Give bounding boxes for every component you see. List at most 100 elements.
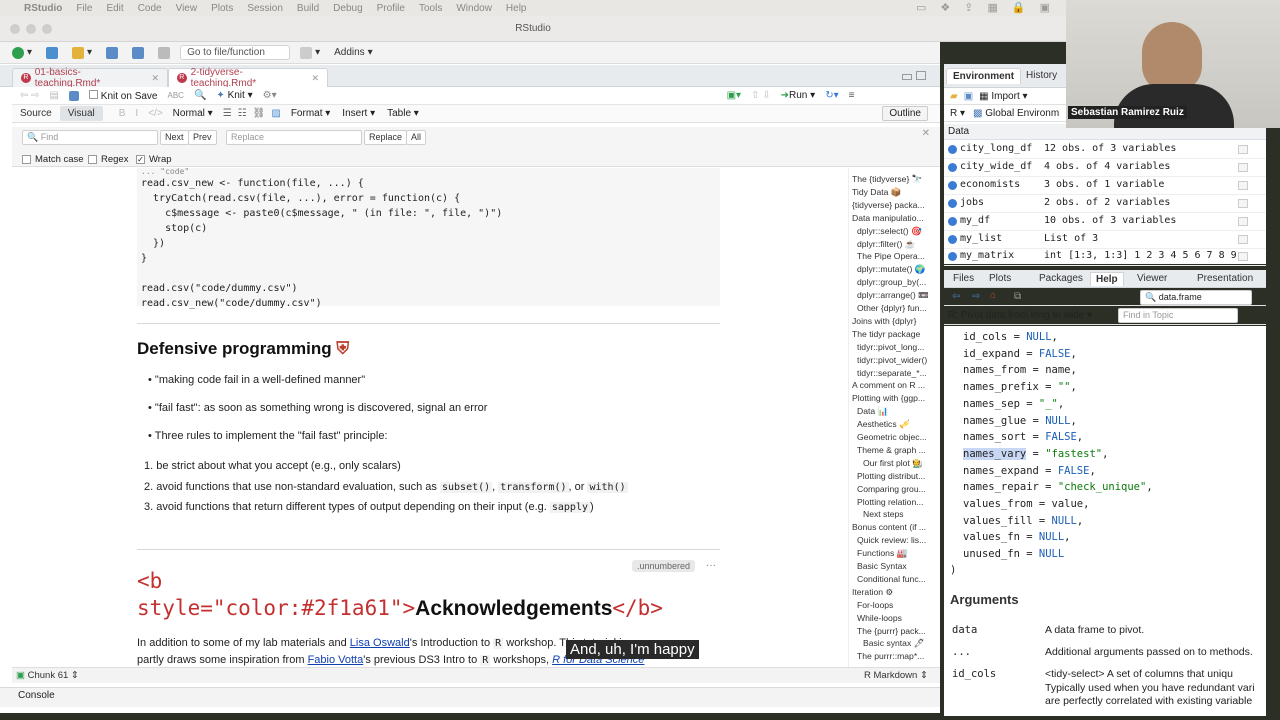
tab-packages[interactable]: Packages xyxy=(1034,272,1088,285)
grid-view-icon[interactable] xyxy=(1238,180,1248,190)
menu-app-name[interactable]: RStudio xyxy=(24,3,62,14)
expand-icon[interactable] xyxy=(948,252,957,262)
close-window-button[interactable] xyxy=(10,24,20,34)
link-fabio-votta[interactable]: Fabio Votta xyxy=(308,654,364,666)
outline-item[interactable]: The purrr::map*... xyxy=(857,651,938,661)
expand-icon[interactable] xyxy=(948,198,957,208)
tab-presentation[interactable]: Presentation xyxy=(1192,272,1258,285)
import-dataset-button[interactable]: ▦ Import ▾ xyxy=(979,91,1027,102)
outline-item[interactable]: dplyr::mutate() 🌍 xyxy=(857,264,938,275)
outline-item[interactable]: Functions 🏭 xyxy=(857,548,938,559)
minimize-window-button[interactable] xyxy=(26,24,36,34)
env-row[interactable]: my_matrix int [1:3, 1:3] 1 2 3 4 5 6 7 8 … xyxy=(944,248,1266,267)
env-row[interactable]: jobs 2 obs. of 2 variables xyxy=(944,195,1266,213)
source-mode-button[interactable]: Source xyxy=(12,106,60,121)
outline-item[interactable]: Plotting relation... xyxy=(857,497,938,507)
replace-all-button[interactable]: All xyxy=(406,130,427,145)
upload-icon[interactable]: ⇪ xyxy=(964,1,973,14)
grid-view-icon[interactable] xyxy=(1238,198,1248,208)
menu-session[interactable]: Session xyxy=(247,3,283,14)
grid-layout-button[interactable]: ▾ xyxy=(296,46,324,59)
find-in-topic-input[interactable]: Find in Topic xyxy=(1118,308,1238,323)
outline-item[interactable]: Our first plot 🧑‍🌾 xyxy=(863,458,938,469)
knit-button[interactable]: ✦ Knit ▾ xyxy=(216,90,252,101)
italic-icon[interactable]: I xyxy=(135,108,138,119)
new-file-button[interactable]: ▾ xyxy=(8,46,36,59)
env-row[interactable]: city_long_df 12 obs. of 3 variables xyxy=(944,141,1266,159)
env-row[interactable]: my_df 10 obs. of 3 variables xyxy=(944,213,1266,231)
outline-item[interactable]: Iteration ⚙ xyxy=(852,587,938,598)
outline-item[interactable]: Plotting with {ggp... xyxy=(852,393,938,403)
outline-item[interactable]: Bonus content (if ... xyxy=(852,522,938,532)
spellcheck-icon[interactable]: ABC xyxy=(168,91,184,100)
dropbox-icon[interactable]: ❖ xyxy=(940,1,950,14)
grid-icon[interactable]: ▦ xyxy=(987,1,997,14)
outline-item[interactable]: tidyr::pivot_wider() xyxy=(857,355,938,365)
back-icon[interactable]: ⇦ ⇨ xyxy=(20,90,40,101)
link-icon[interactable]: ⛓ xyxy=(253,108,266,119)
tab-files[interactable]: Files xyxy=(948,272,979,285)
outline-item[interactable]: {tidyverse} packa... xyxy=(852,200,938,210)
menu-view[interactable]: View xyxy=(176,3,198,14)
addins-button[interactable]: Addins ▾ xyxy=(330,47,377,58)
expand-icon[interactable] xyxy=(948,180,957,190)
outline-item[interactable]: Conditional func... xyxy=(857,574,938,584)
menu-build[interactable]: Build xyxy=(297,3,319,14)
code-chunk[interactable]: ... "code" read.csv_new <- function(file… xyxy=(137,168,720,309)
tab-plots[interactable]: Plots xyxy=(984,272,1016,285)
save-workspace-icon[interactable]: ▣ xyxy=(964,91,973,102)
outline-item[interactable]: Tidy Data 📦 xyxy=(852,187,938,198)
save-doc-icon[interactable] xyxy=(69,90,79,101)
outline-item[interactable]: Plotting distribut... xyxy=(857,471,938,481)
outline-item[interactable]: The Pipe Opera... xyxy=(857,251,938,261)
outline-item[interactable]: dplyr::arrange() 📼 xyxy=(857,290,938,301)
popout-icon[interactable]: ⧉ xyxy=(1014,291,1021,302)
open-file-button[interactable]: ▾ xyxy=(68,46,96,59)
outline-item[interactable]: tidyr::separate_*... xyxy=(857,368,938,378)
outline-item[interactable]: Other {dplyr} fun... xyxy=(857,303,938,313)
pane-controls[interactable] xyxy=(902,71,930,81)
insert-menu[interactable]: Insert ▾ xyxy=(342,108,375,119)
outline-item[interactable]: While-loops xyxy=(857,613,938,623)
find-prev-button[interactable]: Prev xyxy=(188,130,217,145)
outline-item[interactable]: A comment on R ... xyxy=(852,380,938,390)
outline-item[interactable]: dplyr::group_by(... xyxy=(857,277,938,287)
console-pane-header[interactable]: Console xyxy=(0,687,940,707)
zoom-window-button[interactable] xyxy=(42,24,52,34)
source-on-save-icon[interactable]: ▤ xyxy=(50,90,59,101)
tab-history[interactable]: History xyxy=(1020,68,1063,83)
tab-2-tidyverse[interactable]: R 2-tidyverse-teaching.Rmd* ✕ xyxy=(168,67,328,89)
outline-item[interactable]: Comparing grou... xyxy=(857,484,938,494)
style-dropdown[interactable]: Normal ▾ xyxy=(173,108,213,119)
tab-viewer[interactable]: Viewer xyxy=(1132,272,1172,285)
outline-item[interactable]: dplyr::filter() ☕ xyxy=(857,239,938,250)
outline-item[interactable]: Basic syntax 🖊 xyxy=(863,638,938,649)
help-forward-icon[interactable]: ⇨ xyxy=(972,291,980,302)
menu-edit[interactable]: Edit xyxy=(106,3,123,14)
find-next-button[interactable]: Next xyxy=(160,130,189,145)
screen-icon[interactable]: ▭ xyxy=(916,1,926,14)
goto-file-input[interactable]: Go to file/function xyxy=(180,45,291,60)
menu-lines-icon[interactable]: ≡ xyxy=(849,90,855,101)
grid-view-icon[interactable] xyxy=(1238,145,1248,154)
outline-item[interactable]: Theme & graph ... xyxy=(857,445,938,455)
save-all-button[interactable] xyxy=(128,46,148,59)
outline-item[interactable]: Next steps xyxy=(863,509,938,519)
help-topic-dropdown[interactable]: R: Pivot data from long to wide ▾ xyxy=(948,310,1092,321)
env-row[interactable]: economists 3 obs. of 1 variable xyxy=(944,177,1266,195)
menu-plots[interactable]: Plots xyxy=(211,3,233,14)
file-type-selector[interactable]: R Markdown ⇕ xyxy=(864,670,928,681)
help-back-icon[interactable]: ⇦ xyxy=(952,291,960,302)
new-project-button[interactable] xyxy=(42,46,62,59)
wrap-checkbox[interactable]: ✓ Wrap xyxy=(136,154,172,165)
outline-item[interactable]: dplyr::select() 🎯 xyxy=(857,226,938,237)
knit-on-save-checkbox[interactable]: Knit on Save xyxy=(89,89,158,102)
outline-item[interactable]: tidyr::pivot_long... xyxy=(857,342,938,352)
outline-toggle-button[interactable]: Outline xyxy=(882,106,928,121)
outline-item[interactable]: Aesthetics 🎺 xyxy=(857,419,938,430)
lock-icon[interactable]: 🔒 xyxy=(1012,1,1026,14)
match-case-checkbox[interactable]: Match case xyxy=(22,154,84,165)
close-tab-icon[interactable]: ✕ xyxy=(151,73,159,84)
link-lisa-oswald[interactable]: Lisa Oswald xyxy=(350,637,410,649)
rerun-icon[interactable]: ↻▾ xyxy=(825,90,838,101)
